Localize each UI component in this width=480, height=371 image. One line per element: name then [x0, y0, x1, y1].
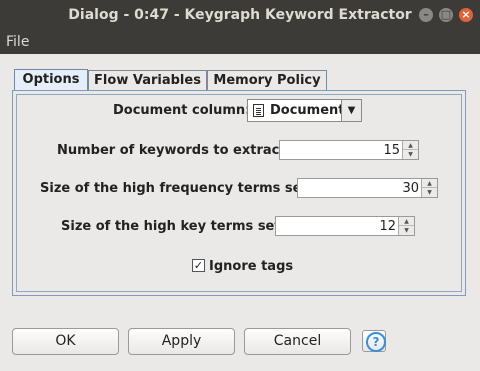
high-freq-label: Size of the high frequency terms set: [40, 181, 313, 196]
tab-flow-variables[interactable]: Flow Variables [88, 70, 207, 90]
num-keywords-label: Number of keywords to extract: [57, 143, 291, 158]
document-column-select[interactable]: Document ▼ [247, 99, 362, 122]
dropdown-arrow-icon[interactable]: ▼ [341, 100, 361, 121]
help-icon: ? [366, 332, 386, 352]
spin-up-icon[interactable]: ▲ [399, 217, 414, 226]
high-key-spinner[interactable]: 12 ▲ ▼ [275, 216, 415, 236]
high-freq-spinner[interactable]: 30 ▲ ▼ [297, 178, 438, 198]
spinner-buttons: ▲ ▼ [398, 217, 414, 235]
tab-memory-policy[interactable]: Memory Policy [207, 70, 327, 90]
spinner-buttons: ▲ ▼ [421, 179, 437, 197]
maximize-icon[interactable]: □ [439, 8, 453, 22]
close-icon[interactable]: × [459, 8, 473, 22]
apply-button[interactable]: Apply [128, 328, 235, 355]
menu-bar: File [0, 31, 480, 54]
title-bar: Dialog - 0:47 - Keygraph Keyword Extract… [0, 0, 480, 31]
menu-file[interactable]: File [6, 34, 29, 50]
ignore-tags-checkbox[interactable]: ✓ [192, 259, 205, 272]
document-icon [253, 104, 264, 117]
high-freq-value: 30 [402, 181, 419, 196]
high-key-value: 12 [379, 219, 396, 234]
num-keywords-spinner[interactable]: 15 ▲ ▼ [279, 140, 419, 160]
ok-button[interactable]: OK [12, 328, 119, 355]
help-button[interactable]: ? [362, 330, 386, 352]
high-key-label: Size of the high key terms set: [61, 219, 286, 234]
window-title: Dialog - 0:47 - Keygraph Keyword Extract… [68, 7, 412, 23]
spin-down-icon[interactable]: ▼ [422, 188, 437, 197]
document-column-label: Document column: [113, 103, 251, 118]
ignore-tags-label: Ignore tags [209, 259, 294, 274]
tab-options[interactable]: Options [14, 69, 88, 91]
spinner-buttons: ▲ ▼ [402, 141, 418, 159]
minimize-icon[interactable]: – [419, 8, 433, 22]
document-column-value: Document [270, 103, 345, 118]
spin-up-icon[interactable]: ▲ [403, 141, 418, 150]
num-keywords-value: 15 [383, 143, 400, 158]
spin-down-icon[interactable]: ▼ [403, 150, 418, 159]
spin-down-icon[interactable]: ▼ [399, 226, 414, 235]
cancel-button[interactable]: Cancel [244, 328, 351, 355]
spin-up-icon[interactable]: ▲ [422, 179, 437, 188]
